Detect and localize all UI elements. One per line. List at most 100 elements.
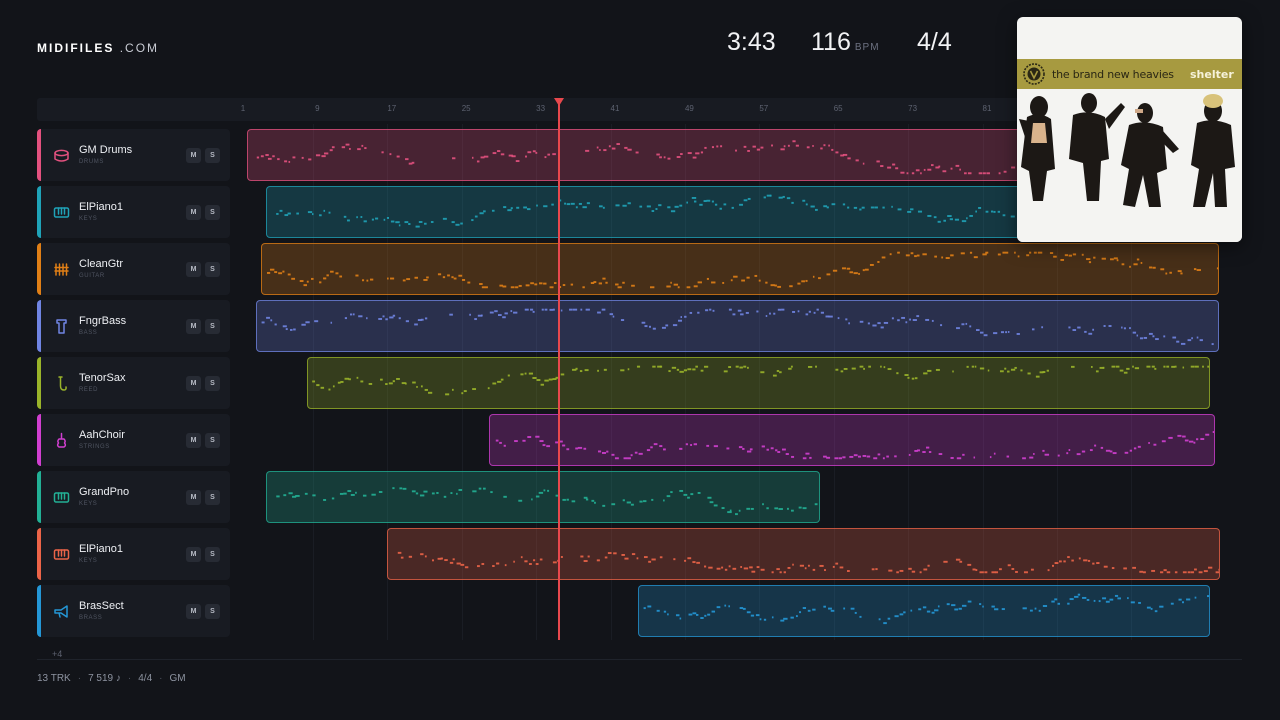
note-pattern — [261, 308, 1214, 346]
album-artist: the brand new heavies — [1052, 68, 1174, 81]
mute-button[interactable]: M — [186, 319, 201, 334]
solo-button[interactable]: S — [205, 604, 220, 619]
mute-button[interactable]: M — [186, 205, 201, 220]
ruler-bar-label: 33 — [536, 104, 546, 113]
time-signature: 4/4 — [917, 28, 952, 56]
track-color-bar — [37, 471, 41, 523]
mute-button[interactable]: M — [186, 148, 201, 163]
mute-button[interactable]: M — [186, 490, 201, 505]
midi-clip[interactable] — [386, 528, 1220, 580]
tempo-unit: BPM — [854, 42, 880, 53]
track-header[interactable]: CleanGtr GUITAR M S — [37, 243, 230, 295]
solo-button[interactable]: S — [205, 376, 220, 391]
track-category: REED — [79, 387, 99, 393]
midi-clip[interactable] — [488, 414, 1215, 466]
logo-light: .COM — [119, 41, 160, 55]
track-name: GM Drums — [79, 144, 133, 156]
track-category: KEYS — [79, 216, 98, 222]
ruler-bar-label: 17 — [387, 104, 397, 113]
track-name: CleanGtr — [79, 258, 124, 270]
track-header[interactable]: FngrBass BASS M S — [37, 300, 230, 352]
midi-standard: GM — [169, 673, 186, 684]
midi-clip[interactable] — [256, 300, 1220, 352]
track-header[interactable]: GrandPno KEYS M S — [37, 471, 230, 523]
midi-clip[interactable] — [637, 585, 1211, 637]
note-pattern — [256, 140, 1106, 175]
track-color-bar — [37, 186, 41, 238]
midi-clip[interactable] — [260, 243, 1220, 295]
footer-time-signature: 4/4 — [138, 673, 153, 684]
sax-icon — [58, 376, 67, 391]
album-title: shelter — [1190, 68, 1234, 81]
track-category: DRUMS — [79, 159, 104, 165]
track-header[interactable]: AahChoir STRINGS M S — [37, 414, 230, 466]
note-pattern — [495, 431, 1214, 460]
track-name: ElPiano1 — [79, 201, 124, 213]
track-name: TenorSax — [79, 372, 126, 384]
midi-clip[interactable] — [247, 129, 1108, 181]
playhead[interactable] — [558, 100, 560, 640]
track-category: GUITAR — [79, 273, 105, 279]
track-color-bar — [37, 414, 41, 466]
track-category: BASS — [79, 330, 98, 336]
tempo-value: 116 — [811, 28, 851, 56]
keyboard-icon — [53, 207, 70, 218]
track-color-bar — [37, 528, 41, 580]
track-color-bar — [37, 243, 41, 295]
mute-button[interactable]: M — [186, 433, 201, 448]
track-header[interactable]: ElPiano1 KEYS M S — [37, 528, 230, 580]
more-tracks[interactable]: +4 — [52, 649, 62, 659]
note-pattern — [643, 593, 1210, 625]
ruler-bar-label: 57 — [759, 104, 769, 113]
track-name: GrandPno — [79, 486, 130, 498]
bass-icon — [56, 319, 67, 334]
track-header[interactable]: GM Drums DRUMS M S — [37, 129, 230, 181]
ruler-bar-label: 81 — [982, 104, 992, 113]
ruler-bar-label: 25 — [461, 104, 471, 113]
solo-button[interactable]: S — [205, 205, 220, 220]
ruler-bar-label: 1 — [240, 104, 246, 113]
track-name: AahChoir — [79, 429, 125, 441]
solo-button[interactable]: S — [205, 319, 220, 334]
midi-clip[interactable] — [265, 471, 820, 523]
solo-button[interactable]: S — [205, 262, 220, 277]
keyboard-icon — [53, 492, 70, 503]
mute-button[interactable]: M — [186, 262, 201, 277]
track-color-bar — [37, 129, 41, 181]
site-logo[interactable]: MIDIFILES .COM — [37, 41, 159, 55]
band-logo-icon — [1023, 63, 1045, 85]
logo-bold: MIDIFILES — [37, 41, 115, 55]
track-header[interactable]: ElPiano1 KEYS M S — [37, 186, 230, 238]
track-category: STRINGS — [79, 444, 110, 450]
midi-clip[interactable] — [265, 186, 1108, 238]
ruler-bar-label: 41 — [610, 104, 620, 113]
track-name: ElPiano1 — [79, 543, 124, 555]
track-color-bar — [37, 585, 41, 637]
mute-button[interactable]: M — [186, 604, 201, 619]
solo-button[interactable]: S — [205, 433, 220, 448]
note-pattern — [266, 251, 1219, 289]
solo-button[interactable]: S — [205, 547, 220, 562]
drum-icon — [54, 149, 69, 162]
duration: 3:43 — [727, 28, 776, 56]
note-pattern — [397, 551, 1219, 574]
note-pattern — [312, 365, 1210, 396]
track-category: KEYS — [79, 558, 98, 564]
midi-clip[interactable] — [307, 357, 1211, 409]
track-header[interactable]: BrasSect BRASS M S — [37, 585, 230, 637]
mute-button[interactable]: M — [186, 547, 201, 562]
track-category: KEYS — [79, 501, 98, 507]
band-photo — [1017, 89, 1242, 242]
keyboard-icon — [53, 549, 70, 560]
footer-summary: 13 TRK · 7 519 ♪ · 4/4 · GM — [37, 673, 186, 684]
trumpet-icon — [54, 605, 68, 618]
mute-button[interactable]: M — [186, 376, 201, 391]
guitar-icon — [54, 263, 69, 276]
track-color-bar — [37, 300, 41, 352]
playhead-handle[interactable] — [554, 98, 564, 106]
solo-button[interactable]: S — [205, 148, 220, 163]
track-name: BrasSect — [79, 600, 124, 612]
solo-button[interactable]: S — [205, 490, 220, 505]
track-header[interactable]: TenorSax REED M S — [37, 357, 230, 409]
note-pattern — [275, 194, 1107, 228]
